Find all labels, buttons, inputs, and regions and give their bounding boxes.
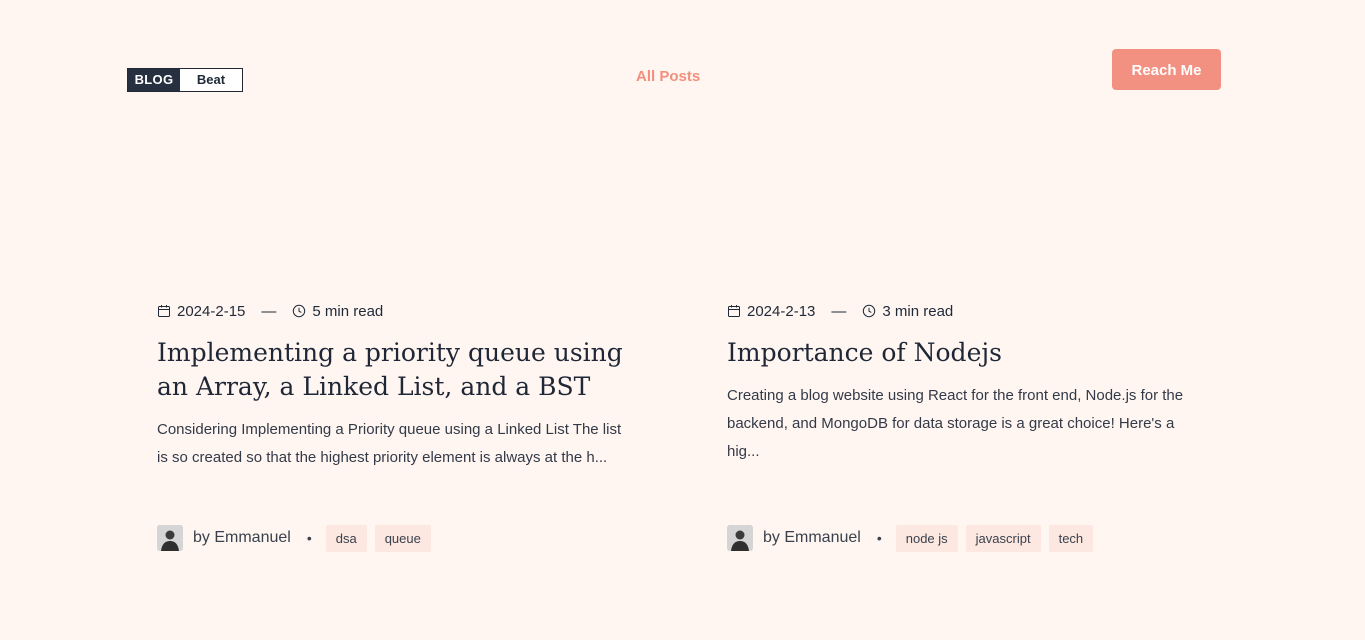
calendar-icon xyxy=(727,304,741,318)
post-meta: 2024-2-13 — 3 min read xyxy=(727,300,1197,322)
site-logo[interactable]: BLOG Beat xyxy=(127,68,243,92)
tag-node-js[interactable]: node js xyxy=(895,524,958,552)
reach-me-button[interactable]: Reach Me xyxy=(1112,49,1221,90)
post-date: 2024-2-15 xyxy=(177,302,246,320)
logo-blog-text: BLOG xyxy=(128,69,180,91)
post-meta: 2024-2-15 — 5 min read xyxy=(157,300,627,322)
author-avatar xyxy=(727,525,753,551)
tag-javascript[interactable]: javascript xyxy=(965,524,1041,552)
meta-separator: — xyxy=(831,302,847,320)
author-avatar xyxy=(157,525,183,551)
post-card: 2024-2-13 — 3 min read Importance of Nod… xyxy=(727,300,1197,552)
read-time: 5 min read xyxy=(312,302,384,320)
post-author: by Emmanuel xyxy=(193,529,291,546)
tag-queue[interactable]: queue xyxy=(374,524,431,552)
post-title[interactable]: Importance of Nodejs xyxy=(727,336,1197,370)
post-excerpt: Creating a blog website using React for … xyxy=(727,387,1184,460)
site-header: BLOG Beat All Posts Reach Me xyxy=(0,0,1320,112)
footer-bullet: • xyxy=(876,530,882,546)
post-date: 2024-2-13 xyxy=(747,302,816,320)
post-excerpt: Considering Implementing a Priority queu… xyxy=(157,421,622,466)
read-time: 3 min read xyxy=(882,302,954,320)
clock-icon xyxy=(862,304,876,318)
calendar-icon xyxy=(157,304,171,318)
tag-tech[interactable]: tech xyxy=(1048,524,1094,552)
post-card: 2024-2-15 — 5 min read Implementing a pr… xyxy=(157,300,627,552)
post-footer: by Emmanuel • dsa queue xyxy=(157,524,439,552)
nav-all-posts[interactable]: All Posts xyxy=(636,68,700,86)
post-footer: by Emmanuel • node js javascript tech xyxy=(727,524,1101,552)
clock-icon xyxy=(292,304,306,318)
meta-separator: — xyxy=(261,302,277,320)
footer-bullet: • xyxy=(306,530,312,546)
blog-page: BLOG Beat All Posts Reach Me 2024-2-15 — xyxy=(0,0,1365,640)
post-title[interactable]: Implementing a priority queue using an A… xyxy=(157,336,627,404)
tag-dsa[interactable]: dsa xyxy=(325,524,367,552)
post-author: by Emmanuel xyxy=(763,529,861,546)
logo-beat-text: Beat xyxy=(180,69,242,91)
